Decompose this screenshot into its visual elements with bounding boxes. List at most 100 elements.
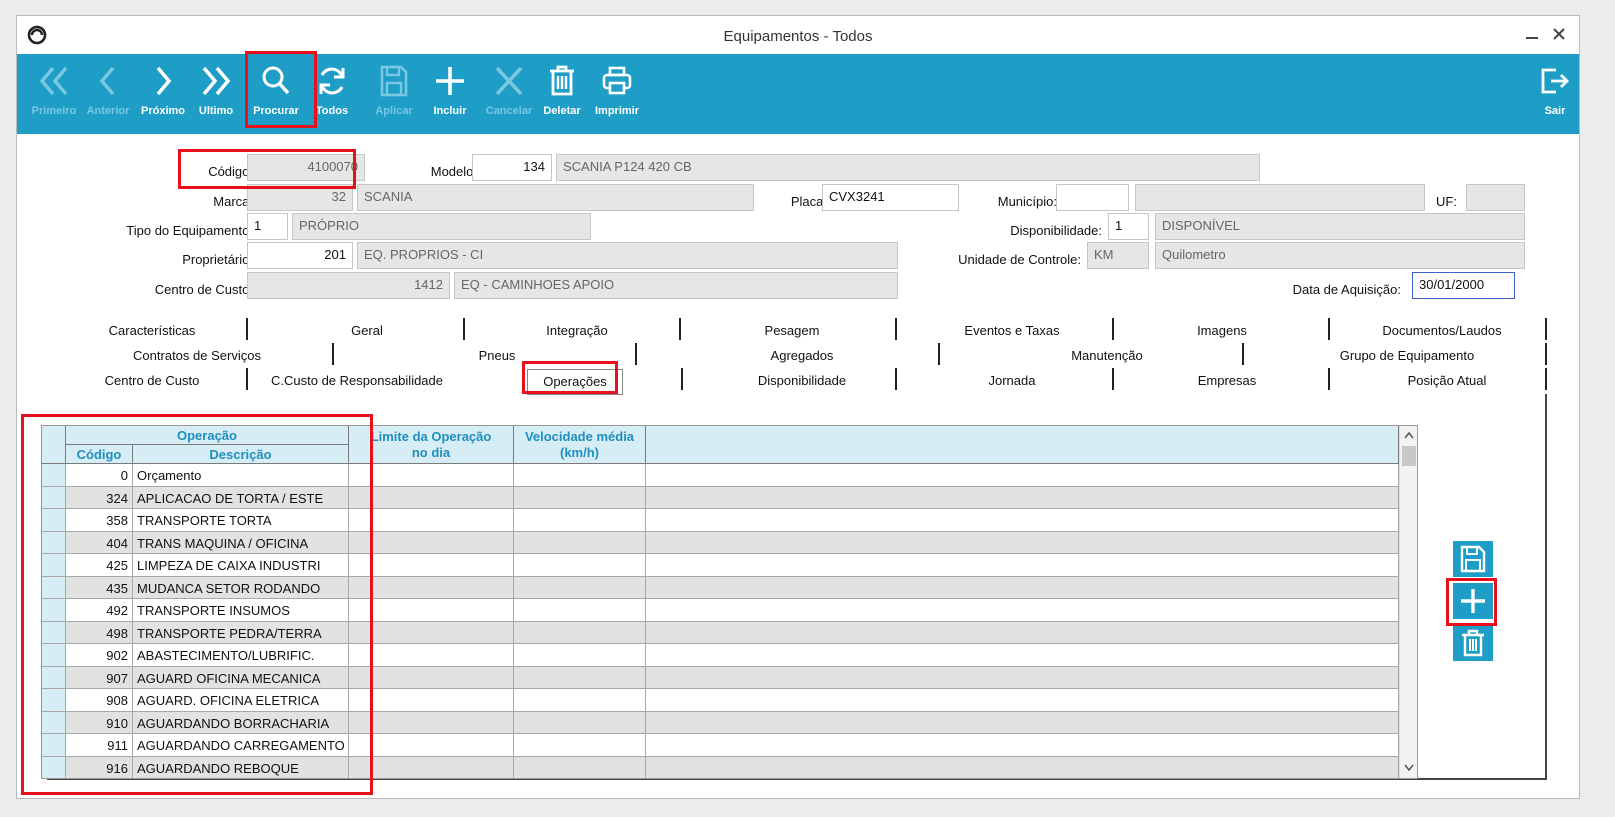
scrollbar-thumb[interactable]	[1402, 446, 1416, 466]
tab-eventos-taxas[interactable]: Eventos e Taxas	[917, 323, 1107, 338]
cell-empty[interactable]	[646, 756, 1399, 778]
row-selector[interactable]	[42, 486, 66, 508]
tab-documentos-laudos[interactable]: Documentos/Laudos	[1347, 323, 1537, 338]
cell-empty[interactable]	[646, 621, 1399, 643]
grid-header-descricao[interactable]: Descrição	[133, 445, 349, 464]
table-row[interactable]: 911 AGUARDANDO CARREGAMENTO	[42, 734, 1399, 757]
row-selector[interactable]	[42, 621, 66, 643]
cell-empty[interactable]	[646, 531, 1399, 553]
row-selector[interactable]	[42, 644, 66, 666]
tab-geral[interactable]: Geral	[277, 323, 457, 338]
table-row[interactable]: 425 LIMPEZA DE CAIXA INDUSTRI	[42, 554, 1399, 577]
row-selector[interactable]	[42, 756, 66, 778]
cell-codigo[interactable]: 492	[66, 599, 133, 621]
cell-limite[interactable]	[349, 621, 514, 643]
cell-velocidade[interactable]	[514, 464, 646, 486]
cell-codigo[interactable]: 358	[66, 509, 133, 531]
tab-contratos-servicos[interactable]: Contratos de Serviços	[97, 348, 297, 363]
tab-centro-custo[interactable]: Centro de Custo	[77, 373, 227, 388]
table-row[interactable]: 324 APLICACAO DE TORTA / ESTE	[42, 486, 1399, 509]
cell-descricao[interactable]: LIMPEZA DE CAIXA INDUSTRI	[133, 554, 349, 576]
cell-velocidade[interactable]	[514, 509, 646, 531]
cell-codigo[interactable]: 910	[66, 711, 133, 733]
modelo-code-field[interactable]: 134	[472, 154, 552, 181]
cell-limite[interactable]	[349, 464, 514, 486]
cell-descricao[interactable]: TRANSPORTE INSUMOS	[133, 599, 349, 621]
placa-field[interactable]: CVX3241	[822, 184, 959, 211]
scroll-down-icon[interactable]	[1404, 764, 1414, 772]
cell-limite[interactable]	[349, 666, 514, 688]
cell-limite[interactable]	[349, 576, 514, 598]
cell-descricao[interactable]: TRANSPORTE TORTA	[133, 509, 349, 531]
cell-velocidade[interactable]	[514, 711, 646, 733]
cell-limite[interactable]	[349, 689, 514, 711]
row-selector[interactable]	[42, 734, 66, 756]
cell-descricao[interactable]: AGUARDANDO BORRACHARIA	[133, 711, 349, 733]
centro-code-field[interactable]: 1412	[247, 272, 450, 299]
aquisicao-field[interactable]: 30/01/2000	[1412, 272, 1515, 299]
toolbar-button-aplicar[interactable]: Aplicar	[369, 54, 419, 134]
table-row[interactable]: 498 TRANSPORTE PEDRA/TERRA	[42, 621, 1399, 644]
cell-codigo[interactable]: 902	[66, 644, 133, 666]
cell-codigo[interactable]: 0	[66, 464, 133, 486]
tab-pesagem[interactable]: Pesagem	[697, 323, 887, 338]
toolbar-button-anterior[interactable]: Anterior	[83, 54, 133, 134]
cell-codigo[interactable]: 435	[66, 576, 133, 598]
cell-descricao[interactable]: AGUARDANDO CARREGAMENTO	[133, 734, 349, 756]
cell-descricao[interactable]: TRANSPORTE PEDRA/TERRA	[133, 621, 349, 643]
row-selector[interactable]	[42, 666, 66, 688]
toolbar-button-sair[interactable]: Sair	[1533, 54, 1577, 134]
tab-empresas[interactable]: Empresas	[1137, 373, 1317, 388]
scroll-up-icon[interactable]	[1404, 431, 1414, 439]
row-selector[interactable]	[42, 531, 66, 553]
cell-limite[interactable]	[349, 554, 514, 576]
cell-descricao[interactable]: MUDANCA SETOR RODANDO	[133, 576, 349, 598]
cell-limite[interactable]	[349, 644, 514, 666]
cell-empty[interactable]	[646, 599, 1399, 621]
tab-jornada[interactable]: Jornada	[917, 373, 1107, 388]
row-selector[interactable]	[42, 576, 66, 598]
grid-add-button[interactable]	[1453, 583, 1493, 619]
toolbar-button-proximo[interactable]: Próximo	[135, 54, 191, 134]
grid-header-velocidade[interactable]: Velocidade média (km/h)	[514, 426, 646, 464]
cell-velocidade[interactable]	[514, 734, 646, 756]
cell-codigo[interactable]: 908	[66, 689, 133, 711]
cell-codigo[interactable]: 425	[66, 554, 133, 576]
cell-empty[interactable]	[646, 689, 1399, 711]
cell-empty[interactable]	[646, 576, 1399, 598]
grid-scrollbar[interactable]	[1399, 426, 1417, 778]
cell-velocidade[interactable]	[514, 644, 646, 666]
cell-codigo[interactable]: 916	[66, 756, 133, 778]
cell-descricao[interactable]: AGUARD OFICINA MECANICA	[133, 666, 349, 688]
toolbar-button-cancelar[interactable]: Cancelar	[481, 54, 537, 134]
toolbar-button-imprimir[interactable]: Imprimir	[589, 54, 645, 134]
tab-imagens[interactable]: Imagens	[1127, 323, 1317, 338]
table-row[interactable]: 0 Orçamento	[42, 464, 1399, 487]
cell-empty[interactable]	[646, 666, 1399, 688]
tab-agregados[interactable]: Agregados	[707, 348, 897, 363]
cell-descricao[interactable]: TRANS MAQUINA / OFICINA	[133, 531, 349, 553]
cell-velocidade[interactable]	[514, 576, 646, 598]
disponibilidade-code-field[interactable]: 1	[1108, 213, 1149, 240]
cell-velocidade[interactable]	[514, 531, 646, 553]
toolbar-button-ultimo[interactable]: Ultimo	[191, 54, 241, 134]
cell-codigo[interactable]: 324	[66, 486, 133, 508]
proprietario-code-field[interactable]: 201	[247, 242, 353, 269]
cell-velocidade[interactable]	[514, 756, 646, 778]
row-selector[interactable]	[42, 599, 66, 621]
table-row[interactable]: 907 AGUARD OFICINA MECANICA	[42, 666, 1399, 689]
cell-limite[interactable]	[349, 756, 514, 778]
row-selector[interactable]	[42, 464, 66, 486]
cell-limite[interactable]	[349, 531, 514, 553]
cell-limite[interactable]	[349, 509, 514, 531]
grid-save-button[interactable]	[1453, 541, 1493, 577]
cell-codigo[interactable]: 907	[66, 666, 133, 688]
cell-descricao[interactable]: AGUARD. OFICINA ELETRICA	[133, 689, 349, 711]
tab-manutencao[interactable]: Manutenção	[1017, 348, 1197, 363]
toolbar-button-deletar[interactable]: Deletar	[539, 54, 585, 134]
table-row[interactable]: 435 MUDANCA SETOR RODANDO	[42, 576, 1399, 599]
toolbar-button-incluir[interactable]: Incluir	[427, 54, 473, 134]
grid-header-limite[interactable]: Limite da Operação no dia	[349, 426, 514, 464]
row-selector[interactable]	[42, 689, 66, 711]
tab-posicao-atual[interactable]: Posição Atual	[1357, 373, 1537, 388]
